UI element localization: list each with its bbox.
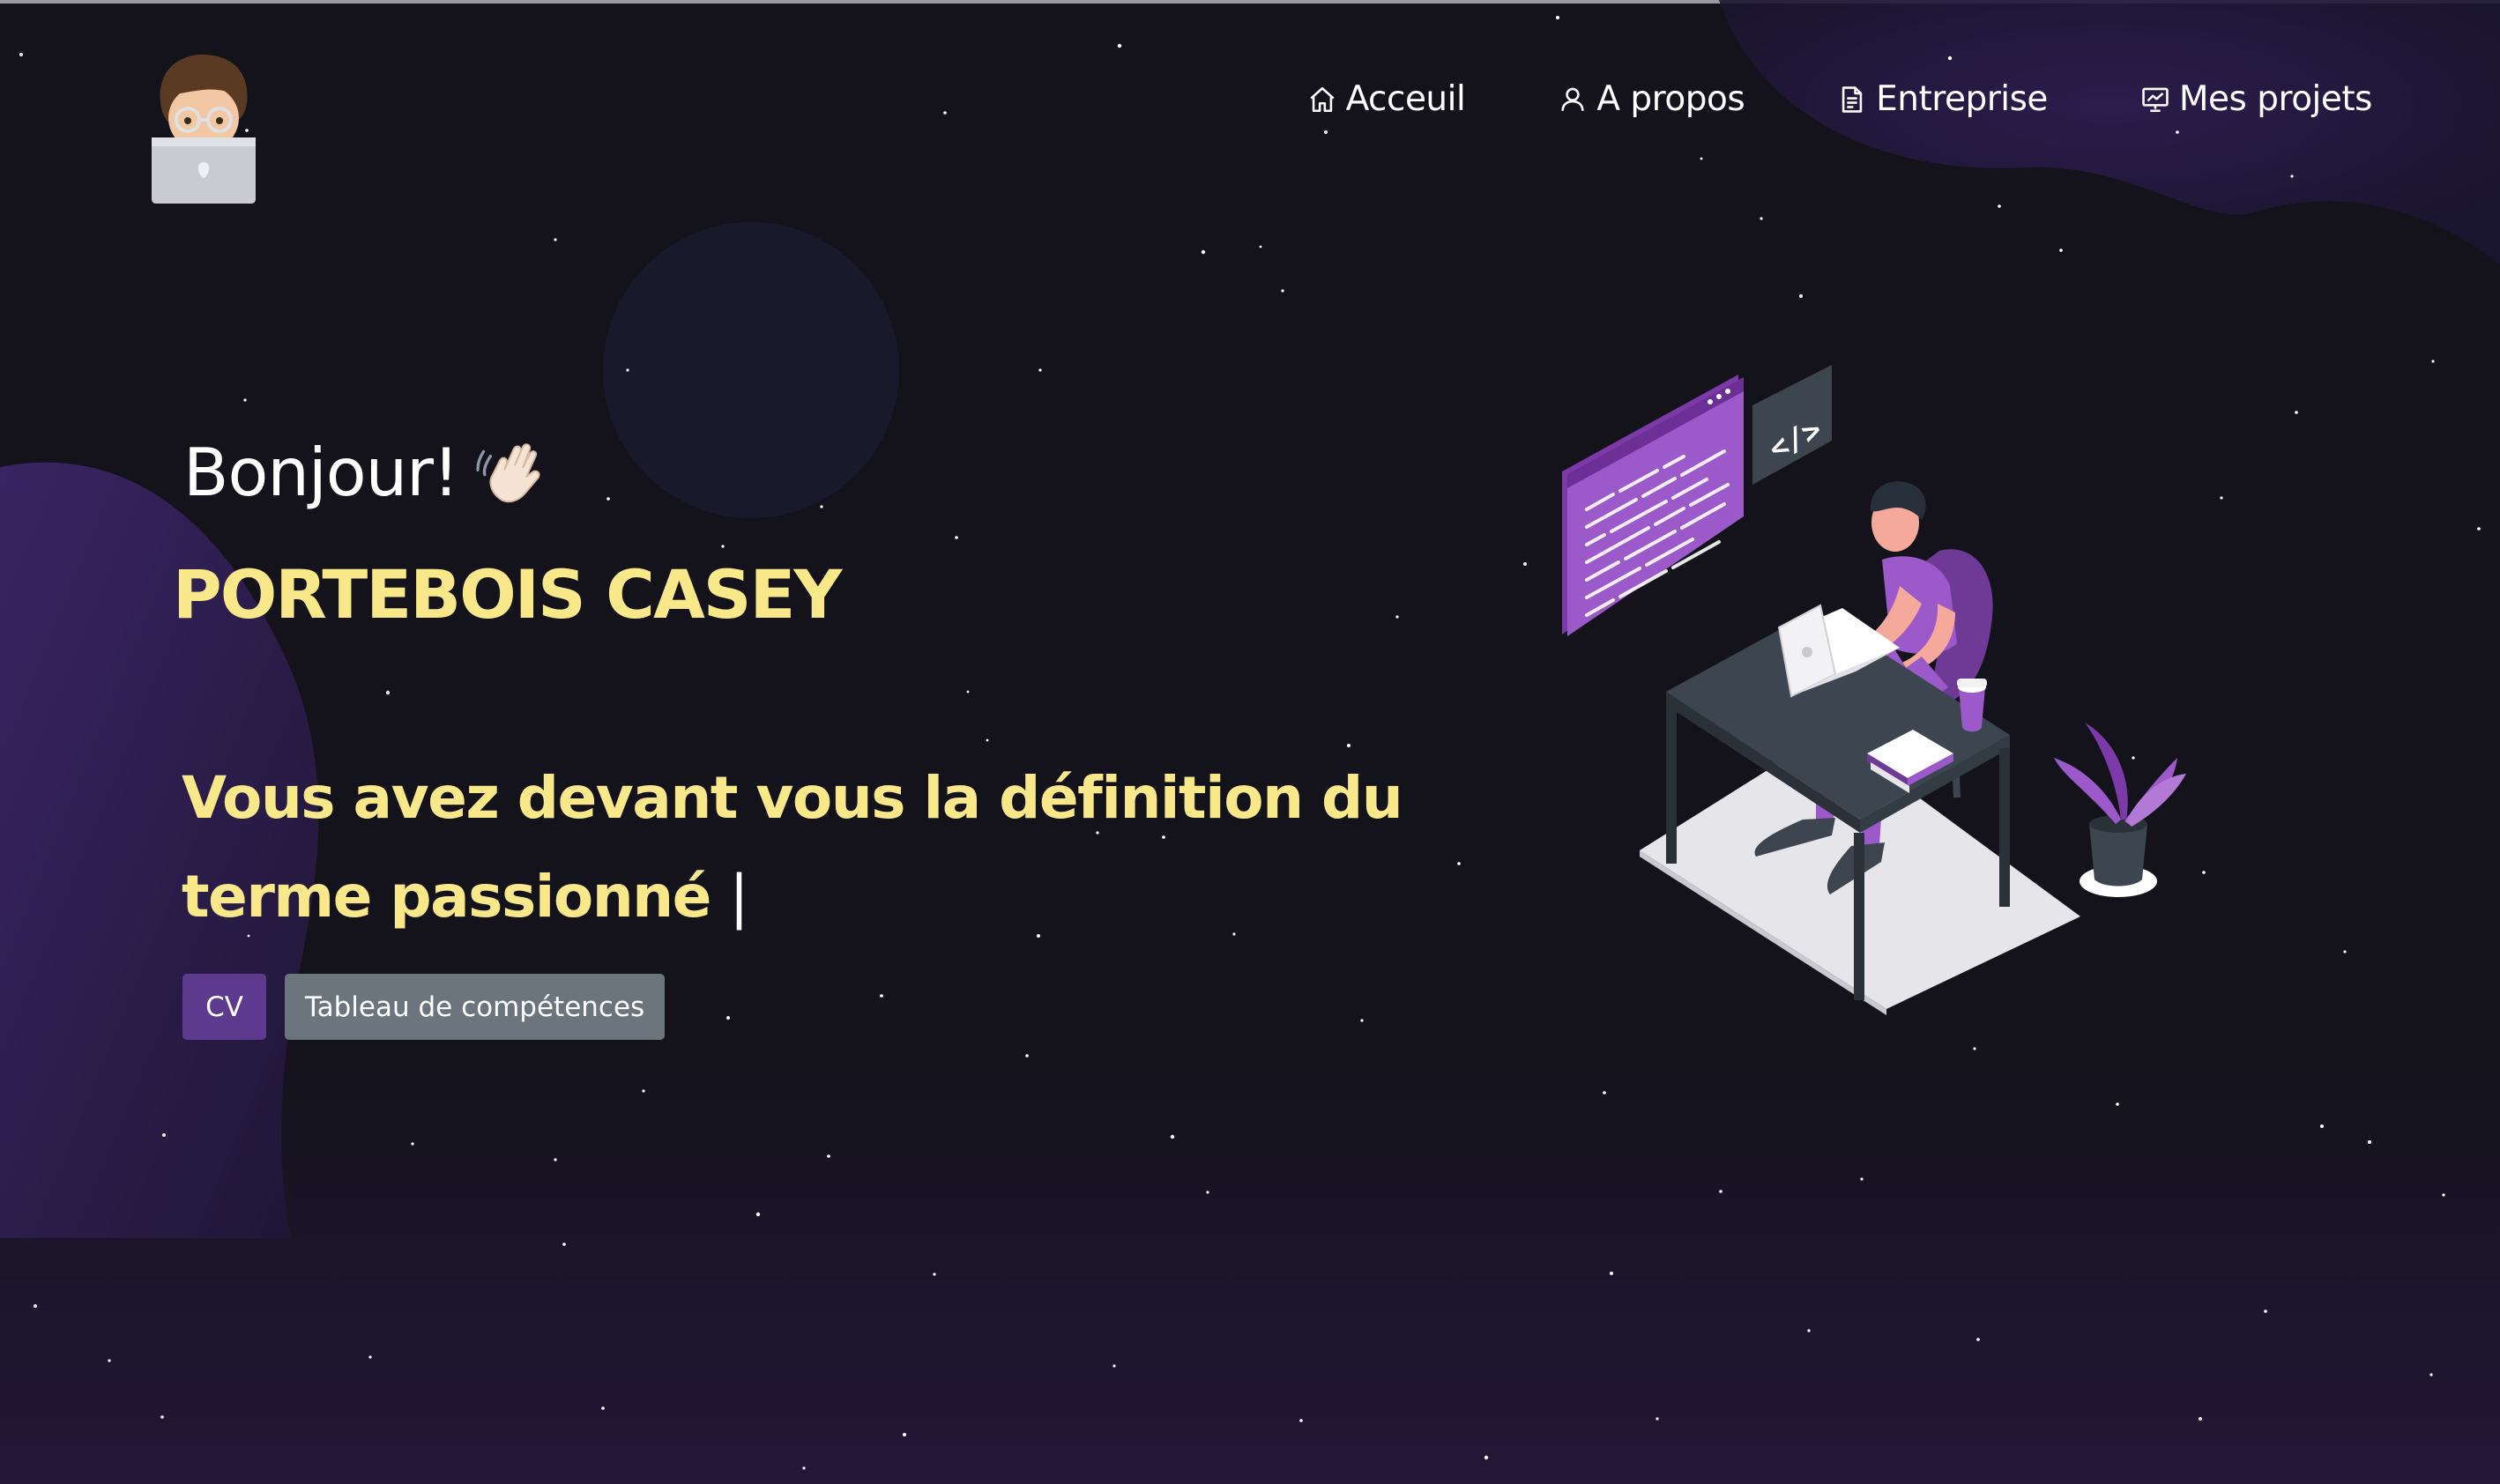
nav-item-entreprise[interactable]: Entreprise: [1837, 79, 2048, 119]
nav-label-entreprise: Entreprise: [1876, 79, 2048, 119]
greeting: Bonjour!: [183, 434, 548, 511]
nav-label-mes-projets: Mes projets: [2178, 79, 2373, 119]
nav-item-mes-projets[interactable]: Mes projets: [2140, 79, 2373, 119]
user-icon: [1561, 87, 1584, 111]
home-icon: [1309, 86, 1335, 112]
navbar: Acceuil A propos Entreprise Mes projets: [0, 4, 2500, 206]
memoji-laptop-logo[interactable]: [148, 49, 259, 204]
nav-item-acceuil[interactable]: Acceuil: [1307, 79, 1466, 119]
nav-menu: Acceuil A propos Entreprise Mes projets: [1307, 79, 2373, 119]
person-name: PORTEBOIS CASEY: [173, 555, 842, 634]
typing-caret: |: [729, 863, 748, 931]
skills-table-button[interactable]: Tableau de compétences: [285, 974, 665, 1040]
nav-label-a-propos: A propos: [1596, 79, 1745, 119]
nav-item-a-propos[interactable]: A propos: [1558, 79, 1745, 119]
document-icon: [1842, 85, 1863, 113]
waving-hand-icon: [476, 443, 540, 503]
greeting-text: Bonjour!: [183, 434, 459, 511]
tagline-text: Vous avez devant vous la définition du t…: [182, 764, 1403, 931]
developer-at-desk-illustration: </>: [1562, 365, 2186, 1015]
hero-buttons: CV Tableau de compétences: [182, 974, 665, 1040]
nav-label-acceuil: Acceuil: [1345, 79, 1466, 119]
presentation-icon: [2142, 87, 2169, 112]
tagline: Vous avez devant vous la définition du t…: [182, 749, 1416, 946]
cv-button[interactable]: CV: [182, 974, 266, 1040]
